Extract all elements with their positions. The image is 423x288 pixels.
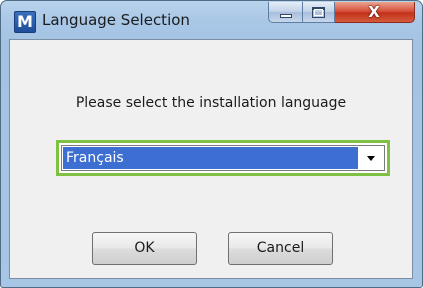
- title-bar[interactable]: M Language Selection X: [1, 1, 422, 39]
- window-title: Language Selection: [42, 11, 190, 29]
- language-selection-window: M Language Selection X Please select the…: [0, 0, 423, 288]
- minimize-button[interactable]: [268, 2, 303, 23]
- close-icon: X: [368, 3, 380, 21]
- language-select[interactable]: Français: [61, 145, 385, 171]
- language-select-value[interactable]: Français: [63, 147, 358, 169]
- ok-button[interactable]: OK: [92, 232, 197, 265]
- close-button[interactable]: X: [335, 2, 415, 23]
- minimize-icon: [280, 14, 292, 18]
- maximize-icon: [312, 7, 325, 18]
- instruction-label: Please select the installation language: [75, 95, 347, 111]
- maximize-button[interactable]: [303, 2, 335, 23]
- app-m-icon: M: [14, 11, 36, 33]
- chevron-down-icon[interactable]: [359, 147, 383, 169]
- language-select-highlight: Français: [56, 140, 390, 176]
- caption-buttons: X: [268, 2, 415, 24]
- dialog-body: Please select the installation language …: [9, 39, 413, 279]
- cancel-button[interactable]: Cancel: [228, 232, 333, 265]
